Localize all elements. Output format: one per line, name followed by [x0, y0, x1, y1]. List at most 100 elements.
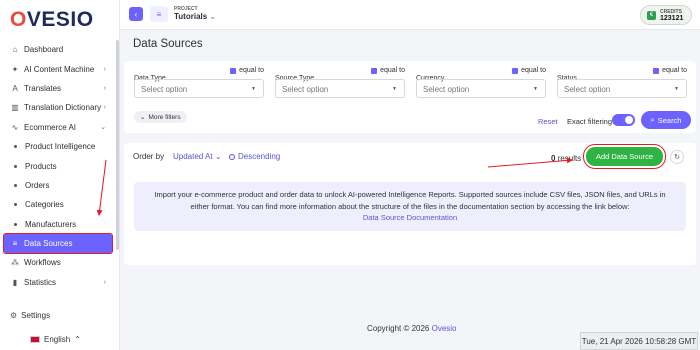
order-direction-toggle[interactable]: Descending — [229, 152, 280, 161]
collapse-sidebar-button[interactable]: ‹ — [129, 7, 143, 21]
sidebar-item-ai-content-machine[interactable]: ✦ AI Content Machine › — [0, 59, 120, 78]
sidebar-item-label: Translation Dictionary — [24, 103, 102, 113]
sidebar-item-product-intelligence[interactable]: Product Intelligence — [0, 137, 120, 156]
chevron-left-icon: ‹ — [134, 9, 138, 19]
sidebar-item-label: Statistics — [24, 277, 57, 287]
sidebar-item-workflows[interactable]: ⁂ Workflows — [0, 253, 120, 272]
chevron-down-icon: ⌄ — [209, 12, 217, 21]
dropdown-arrow-icon: ▼ — [392, 86, 397, 92]
match-mode-toggle[interactable]: equal to — [512, 67, 546, 74]
source-type-select[interactable]: Select option ▼ — [275, 79, 405, 98]
chevron-right-icon: › — [103, 84, 106, 92]
sidebar-item-statistics[interactable]: ▮ Statistics › — [0, 273, 120, 292]
sidebar-item-settings[interactable]: ⚙ Settings — [10, 311, 50, 320]
search-button[interactable]: ⌕ Search — [641, 111, 691, 129]
credits-label: CREDITS — [660, 8, 682, 15]
menu-icon: ≡ — [156, 9, 162, 19]
translate-icon: A — [12, 83, 18, 93]
documentation-link[interactable]: Data Source Documentation — [152, 212, 668, 224]
match-mode-toggle[interactable]: equal to — [653, 67, 687, 74]
bullet-icon — [14, 183, 17, 187]
checkbox-icon — [371, 67, 378, 74]
sidebar-item-label: Workflows — [24, 258, 61, 268]
sidebar-item-label: Ecommerce AI — [24, 122, 77, 132]
filter-data-type: Data Type equal to Select option ▼ — [134, 67, 264, 98]
project-selector[interactable]: PROJECT Tutorials ⌄ — [174, 6, 216, 21]
credits-value: 123121 — [660, 14, 684, 22]
bullet-icon — [14, 145, 17, 149]
footer-brand-link[interactable]: Ovesio — [432, 324, 457, 333]
sidebar-item-label: Orders — [25, 180, 50, 190]
refresh-button[interactable]: ↻ — [670, 150, 684, 164]
language-selector[interactable]: English ⌃ — [30, 335, 81, 344]
search-icon: ⌕ — [650, 115, 655, 124]
flag-icon — [30, 336, 40, 343]
menu-button[interactable]: ≡ — [150, 6, 168, 22]
dropdown-arrow-icon: ▼ — [251, 86, 256, 92]
sidebar-item-data-sources[interactable]: ≡ Data Sources — [3, 232, 113, 255]
ovesio-logo[interactable]: OVESIO — [10, 8, 94, 32]
sidebar-item-manufacturers[interactable]: Manufacturers — [0, 215, 120, 234]
filter-status: Status equal to Select option ▼ — [557, 67, 687, 98]
chevron-down-icon: ⌄ — [140, 114, 146, 121]
info-banner: Import your e-commerce product and order… — [134, 182, 686, 231]
sidebar-item-orders[interactable]: Orders — [0, 176, 120, 195]
exact-filtering-toggle[interactable] — [612, 114, 635, 126]
sidebar-item-translates[interactable]: A Translates › — [0, 79, 120, 98]
book-icon: ▥ — [11, 103, 19, 113]
home-icon: ⌂ — [12, 45, 18, 55]
dropdown-arrow-icon: ▼ — [674, 86, 679, 92]
sparkle-icon: ✦ — [11, 64, 19, 74]
exact-filtering-label: Exact filtering — [567, 117, 613, 126]
more-filters-button[interactable]: ⌄ More filters — [134, 111, 187, 123]
sidebar: OVESIO ⌂ Dashboard ✦ AI Content Machine › A… — [0, 0, 120, 350]
data-type-select[interactable]: Select option ▼ — [134, 79, 264, 98]
sidebar-item-translation-dictionary[interactable]: ▥ Translation Dictionary › — [0, 98, 120, 117]
sidebar-item-label: Products — [25, 161, 57, 171]
topbar: ‹ ≡ PROJECT Tutorials ⌄ € CREDITS 123121 — [120, 0, 700, 30]
ecommerce-icon: ∿ — [11, 122, 19, 132]
checkbox-icon — [512, 67, 519, 74]
dropdown-arrow-icon: ▼ — [533, 86, 538, 92]
chevron-right-icon: › — [103, 104, 106, 112]
project-name: Tutorials ⌄ — [174, 12, 217, 21]
checkbox-icon — [230, 67, 237, 74]
sidebar-item-products[interactable]: Products — [0, 156, 120, 175]
currency-select[interactable]: Select option ▼ — [416, 79, 546, 98]
bullet-icon — [14, 164, 17, 168]
chevron-down-icon: ⌄ — [100, 124, 106, 132]
match-mode-toggle[interactable]: equal to — [230, 67, 264, 74]
refresh-icon: ↻ — [674, 154, 680, 161]
credits-badge[interactable]: € CREDITS 123121 — [640, 5, 692, 25]
chevron-right-icon: › — [103, 65, 106, 73]
page-title: Data Sources — [133, 38, 203, 50]
footer: Copyright © 2026 Ovesio — [367, 324, 457, 333]
bullet-icon — [14, 222, 17, 226]
sidebar-item-label: Dashboard — [24, 45, 64, 55]
reset-link[interactable]: Reset — [538, 117, 558, 126]
results-panel: Order by Updated At ⌄ Descending 0 resul… — [124, 143, 696, 265]
filters-panel: Data Type equal to Select option ▼ Source… — [124, 61, 696, 133]
sidebar-nav: ⌂ Dashboard ✦ AI Content Machine › A Transla… — [0, 40, 120, 292]
sidebar-item-label: Translates — [24, 83, 62, 93]
sidebar-item-dashboard[interactable]: ⌂ Dashboard — [0, 40, 120, 59]
status-select[interactable]: Select option ▼ — [557, 79, 687, 98]
filter-currency: Currency equal to Select option ▼ — [416, 67, 546, 98]
sidebar-item-categories[interactable]: Categories — [0, 195, 120, 214]
database-icon: ≡ — [12, 239, 18, 249]
chevron-right-icon: › — [103, 278, 106, 286]
statistics-icon: ▮ — [12, 277, 18, 287]
order-by-label: Order by — [133, 152, 165, 161]
info-text: Import your e-commerce product and order… — [154, 190, 666, 211]
match-mode-toggle[interactable]: equal to — [371, 67, 405, 74]
settings-label: Settings — [21, 311, 51, 320]
sidebar-item-ecommerce-ai[interactable]: ∿ Ecommerce AI ⌄ — [0, 118, 120, 137]
add-data-source-button[interactable]: Add Data Source — [583, 144, 666, 169]
results-count: 0 results — [551, 154, 582, 163]
sidebar-item-label: Categories — [25, 200, 64, 210]
sidebar-item-label: Data Sources — [24, 239, 73, 249]
chevron-up-icon: ⌃ — [74, 335, 81, 344]
sidebar-item-label: Product Intelligence — [25, 142, 96, 152]
language-label: English — [44, 335, 71, 344]
order-by-select[interactable]: Updated At ⌄ — [173, 152, 222, 161]
